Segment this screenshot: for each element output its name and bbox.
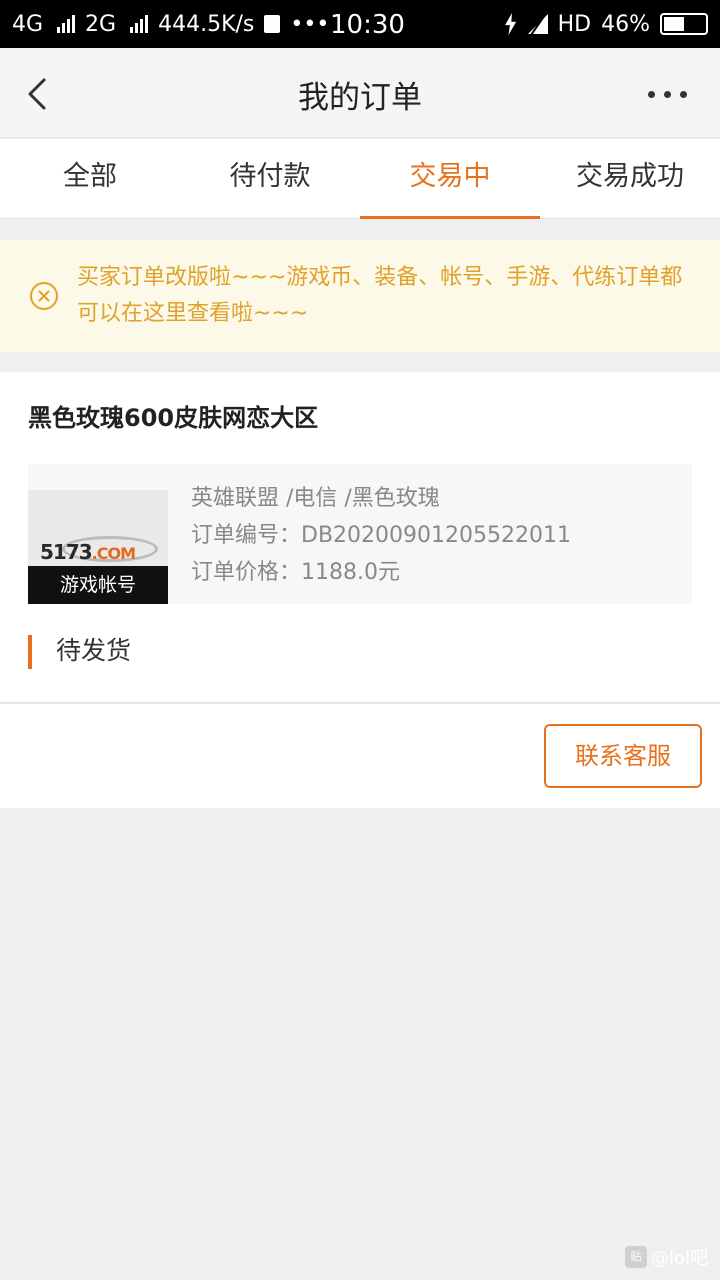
site-logo: 5173.COM (40, 540, 136, 564)
battery-icon (660, 13, 708, 35)
page-title: 我的订单 (298, 80, 422, 116)
hd-indicator: HD (557, 11, 592, 37)
no-signal-icon (527, 14, 548, 34)
order-card: 黑色玫瑰600皮肤网恋大区 5173.COM 游戏帐号 英雄联盟 /电信 /黑色… (0, 372, 720, 808)
network-2g: 2G (85, 11, 117, 37)
divider (0, 702, 720, 704)
order-tabs: 全部 待付款 交易中 交易成功 (0, 139, 720, 219)
product-meta: 英雄联盟 /电信 /黑色玫瑰 订单编号：DB20200901205522011 … (191, 480, 571, 591)
signal-icon (130, 15, 149, 33)
nav-header: 我的订单 (0, 48, 720, 138)
tieba-icon: 贴 (624, 1246, 647, 1268)
more-notifications: ••• (290, 11, 330, 37)
contact-support-button[interactable]: 联系客服 (544, 724, 702, 788)
game-info: 英雄联盟 /电信 /黑色玫瑰 (191, 486, 440, 511)
order-price: 订单价格：1188.0元 (191, 560, 400, 585)
network-speed: 444.5K/s (158, 11, 255, 37)
notice-text: 买家订单改版啦~~~游戏币、装备、帐号、手游、代练订单都可以在这里查看啦~~~ (77, 265, 683, 326)
product-thumbnail: 5173.COM 游戏帐号 (28, 490, 168, 604)
order-status: 待发货 (28, 635, 131, 669)
notification-icon (264, 15, 281, 33)
product-type-label: 游戏帐号 (28, 566, 168, 604)
watermark-text: @lol吧 (650, 1248, 708, 1269)
status-bar: 4G 2G 444.5K/s ••• 10:30 HD 46% (0, 0, 720, 48)
clock: 10:30 (330, 10, 405, 40)
notice-banner: 买家订单改版啦~~~游戏币、装备、帐号、手游、代练订单都可以在这里查看啦~~~ (0, 240, 720, 352)
close-circle-icon[interactable] (29, 281, 59, 311)
more-dots-icon (648, 90, 655, 98)
order-title[interactable]: 黑色玫瑰600皮肤网恋大区 (28, 398, 318, 433)
product-item[interactable]: 5173.COM 游戏帐号 英雄联盟 /电信 /黑色玫瑰 订单编号：DB2020… (28, 464, 692, 604)
watermark: 贴 @lol吧 (624, 1244, 708, 1270)
charging-icon (505, 13, 517, 35)
battery-percent: 46% (601, 11, 650, 37)
network-4g: 4G (12, 11, 44, 37)
order-number: 订单编号：DB20200901205522011 (191, 523, 571, 548)
signal-icon (57, 15, 76, 33)
tab-all[interactable]: 全部 (0, 139, 180, 218)
more-options-button[interactable] (648, 84, 698, 104)
tab-completed[interactable]: 交易成功 (540, 139, 720, 218)
tab-pending-payment[interactable]: 待付款 (180, 139, 360, 218)
tab-in-progress[interactable]: 交易中 (360, 139, 540, 219)
